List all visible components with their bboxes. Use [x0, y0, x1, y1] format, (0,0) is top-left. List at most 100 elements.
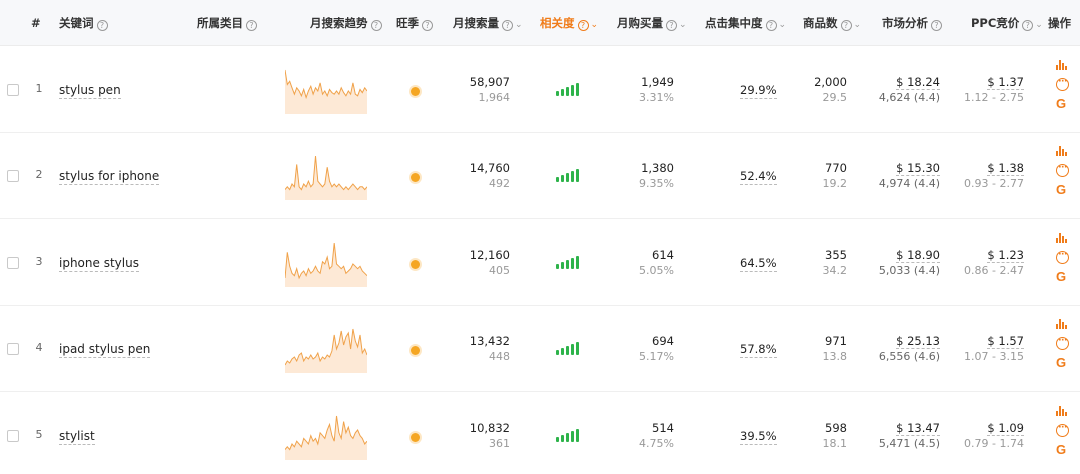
- trend-sparkline[interactable]: [285, 152, 367, 201]
- help-icon[interactable]: ?: [666, 20, 677, 31]
- help-icon[interactable]: ?: [931, 20, 942, 31]
- header-season[interactable]: 旺季?: [396, 0, 433, 46]
- table-row[interactable]: 2 stylus for iphone 14,760 492 1,380 9.3…: [0, 133, 1080, 220]
- table-row[interactable]: 4 ipad stylus pen 13,432 448 694 5.17% 5…: [0, 306, 1080, 393]
- season-indicator-icon[interactable]: [411, 346, 420, 356]
- google-icon[interactable]: G: [1056, 97, 1072, 111]
- google-icon[interactable]: G: [1056, 183, 1072, 197]
- help-icon[interactable]: ?: [840, 20, 852, 31]
- relevance-bar: [561, 434, 564, 442]
- more-icon[interactable]: ···: [1056, 423, 1069, 437]
- season-indicator-icon[interactable]: [411, 173, 420, 183]
- help-icon[interactable]: ?: [246, 20, 257, 31]
- row-checkbox[interactable]: [7, 256, 19, 269]
- ppc-cell[interactable]: $ 1.38 0.93 - 2.77: [964, 160, 1024, 192]
- market-analysis-cell[interactable]: $ 15.30 4,974 (4.4): [870, 160, 940, 192]
- avg-price[interactable]: $ 15.30: [896, 161, 940, 177]
- ppc-bid[interactable]: $ 1.38: [987, 161, 1024, 177]
- row-checkbox[interactable]: [7, 429, 19, 442]
- help-icon[interactable]: ?: [422, 20, 433, 31]
- header-product-count[interactable]: 商品数? ⌄: [803, 0, 861, 46]
- click-concentration[interactable]: 52.4%: [740, 168, 777, 186]
- ppc-bid[interactable]: $ 1.23: [987, 247, 1024, 263]
- avg-price[interactable]: $ 25.13: [896, 334, 940, 350]
- market-analysis-cell[interactable]: $ 18.90 5,033 (4.4): [870, 247, 940, 279]
- sort-chevron-icon[interactable]: ⌄: [591, 2, 599, 48]
- keyword-link[interactable]: stylus pen: [59, 82, 121, 99]
- season-indicator-icon[interactable]: [411, 432, 420, 442]
- avg-price[interactable]: $ 18.24: [896, 75, 940, 90]
- more-icon[interactable]: ···: [1056, 78, 1069, 91]
- table-row[interactable]: 1 stylus pen 58,907 1,964 1,949 3.31% 29…: [0, 47, 1080, 133]
- keyword-link[interactable]: stylist: [59, 428, 95, 445]
- header-click-concentration[interactable]: 点击集中度? ⌄: [705, 0, 786, 46]
- row-checkbox[interactable]: [7, 170, 19, 183]
- trend-sparkline[interactable]: [285, 325, 367, 374]
- search-volume-cell: 14,760 492: [456, 160, 510, 192]
- trend-sparkline[interactable]: [285, 239, 367, 287]
- monthly-purchases: 1,949: [641, 75, 674, 89]
- season-indicator-icon[interactable]: [411, 87, 420, 96]
- row-index: 5: [35, 427, 43, 441]
- keyword-link[interactable]: ipad stylus pen: [59, 341, 151, 359]
- header-search-volume[interactable]: 月搜索量? ⌄: [453, 0, 523, 46]
- help-icon[interactable]: ?: [96, 20, 108, 31]
- bar-chart-icon[interactable]: [1056, 405, 1068, 416]
- product-count-sub: 13.8: [822, 350, 848, 364]
- table-row[interactable]: 3 iphone stylus 12,160 405 614 5.05% 64.…: [0, 220, 1080, 306]
- click-concentration[interactable]: 64.5%: [740, 255, 777, 272]
- ppc-cell[interactable]: $ 1.09 0.79 - 1.74: [964, 420, 1024, 452]
- header-category[interactable]: 所属类目?: [197, 0, 257, 46]
- click-concentration[interactable]: 29.9%: [740, 82, 777, 99]
- sort-chevron-icon[interactable]: ⌄: [1035, 2, 1043, 48]
- more-icon[interactable]: ···: [1056, 250, 1069, 264]
- google-icon[interactable]: G: [1056, 356, 1072, 370]
- more-icon[interactable]: ···: [1056, 164, 1069, 178]
- ppc-cell[interactable]: $ 1.23 0.86 - 2.47: [964, 247, 1024, 279]
- help-icon[interactable]: ?: [1022, 20, 1034, 31]
- click-concentration[interactable]: 39.5%: [740, 428, 777, 445]
- bar-chart-icon[interactable]: [1056, 60, 1068, 70]
- sort-chevron-icon[interactable]: ⌄: [679, 2, 687, 48]
- market-analysis-cell[interactable]: $ 25.13 6,556 (4.6): [870, 333, 940, 365]
- market-analysis-cell[interactable]: $ 18.24 4,624 (4.4): [870, 74, 940, 106]
- sort-chevron-icon[interactable]: ⌄: [779, 2, 787, 48]
- header-purchases[interactable]: 月购买量? ⌄: [617, 0, 687, 46]
- header-market-analysis[interactable]: 市场分析?: [882, 0, 942, 46]
- bar-chart-icon[interactable]: [1056, 232, 1068, 243]
- avg-price[interactable]: $ 13.47: [896, 420, 940, 436]
- trend-sparkline[interactable]: [285, 66, 367, 114]
- bar-chart-icon[interactable]: [1056, 319, 1068, 330]
- header-trend[interactable]: 月搜索趋势?: [310, 0, 382, 46]
- table-row[interactable]: 5 stylist 10,832 361 514 4.75% 39.5% 598…: [0, 393, 1080, 474]
- sort-chevron-icon[interactable]: ⌄: [854, 2, 862, 48]
- ppc-cell[interactable]: $ 1.37 1.12 - 2.75: [964, 74, 1024, 106]
- avg-price[interactable]: $ 18.90: [896, 247, 940, 263]
- trend-sparkline[interactable]: [285, 412, 367, 460]
- google-icon[interactable]: G: [1056, 269, 1072, 284]
- keyword-link[interactable]: stylus for iphone: [59, 168, 160, 186]
- help-icon[interactable]: ?: [577, 20, 589, 31]
- keyword-link[interactable]: iphone stylus: [59, 255, 139, 272]
- season-indicator-icon[interactable]: [411, 259, 420, 269]
- click-concentration[interactable]: 57.8%: [740, 341, 777, 359]
- ppc-bid[interactable]: $ 1.37: [987, 75, 1024, 90]
- more-icon[interactable]: ···: [1056, 337, 1069, 351]
- sort-chevron-icon[interactable]: ⌄: [515, 2, 523, 48]
- ppc-bid[interactable]: $ 1.57: [987, 334, 1024, 350]
- product-count: 355: [825, 247, 847, 262]
- ppc-bid[interactable]: $ 1.09: [987, 420, 1024, 436]
- header-relevance[interactable]: 相关度? ⌄: [540, 0, 598, 46]
- help-icon[interactable]: ?: [502, 20, 513, 31]
- google-icon[interactable]: G: [1056, 442, 1072, 457]
- relevance-bar: [571, 85, 574, 96]
- market-analysis-cell[interactable]: $ 13.47 5,471 (4.5): [870, 420, 940, 452]
- help-icon[interactable]: ?: [370, 20, 382, 31]
- header-ppc[interactable]: PPC竞价? ⌄: [971, 0, 1043, 46]
- help-icon[interactable]: ?: [765, 20, 777, 31]
- row-checkbox[interactable]: [7, 343, 19, 356]
- ppc-cell[interactable]: $ 1.57 1.07 - 3.15: [964, 333, 1024, 365]
- header-keyword[interactable]: 关键词?: [59, 0, 108, 46]
- row-checkbox[interactable]: [7, 84, 19, 96]
- bar-chart-icon[interactable]: [1056, 146, 1068, 157]
